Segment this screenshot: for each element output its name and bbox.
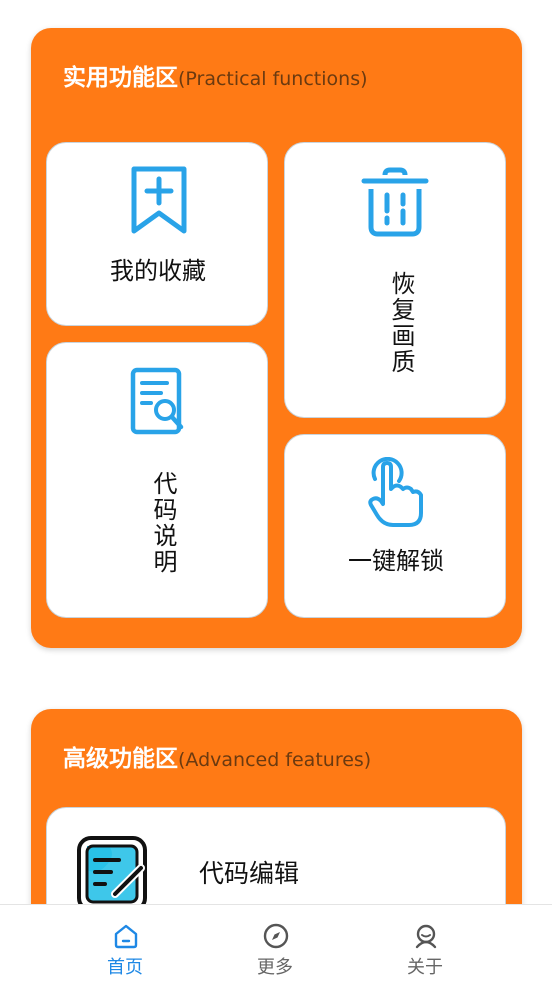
code-edit-label: 代码编辑: [199, 859, 300, 888]
app-screen: 实用功能区(Practical functions) 我的收藏 恢复画质 代码说…: [0, 0, 552, 981]
nav-more[interactable]: 更多: [215, 905, 335, 981]
home-icon: [114, 924, 138, 949]
favorites-label: 我的收藏: [110, 257, 206, 285]
nav-more-label: 更多: [257, 957, 293, 978]
panel-subtitle: (Practical functions): [178, 68, 368, 90]
tap-finger-icon: [368, 457, 423, 527]
code-explanation-label: 代码说明: [149, 471, 177, 575]
one-click-unlock-label: 一键解锁: [348, 547, 444, 575]
panel-title: 高级功能区(Advanced features): [63, 739, 371, 773]
favorites-card[interactable]: 我的收藏: [46, 142, 268, 326]
document-search-icon: [130, 367, 184, 435]
panel-title-text: 高级功能区: [63, 746, 178, 772]
panel-subtitle: (Advanced features): [178, 749, 372, 771]
bottom-navigation: 首页 更多 关于: [0, 904, 552, 981]
nav-about-label: 关于: [407, 957, 443, 978]
restore-quality-card[interactable]: 恢复画质: [284, 142, 506, 418]
compass-icon: [263, 923, 289, 949]
practical-functions-panel: 实用功能区(Practical functions) 我的收藏 恢复画质 代码说…: [31, 28, 522, 648]
nav-home-label: 首页: [107, 957, 143, 978]
nav-home[interactable]: 首页: [65, 905, 185, 981]
panel-title-text: 实用功能区: [63, 65, 178, 91]
code-explanation-card[interactable]: 代码说明: [46, 342, 268, 618]
panel-title: 实用功能区(Practical functions): [63, 58, 368, 92]
user-icon: [415, 924, 437, 949]
code-edit-icon: [77, 836, 147, 912]
nav-about[interactable]: 关于: [365, 905, 485, 981]
trash-icon: [361, 167, 429, 237]
bookmark-add-icon: [131, 166, 187, 234]
restore-quality-label: 恢复画质: [387, 271, 415, 375]
one-click-unlock-card[interactable]: 一键解锁: [284, 434, 506, 618]
